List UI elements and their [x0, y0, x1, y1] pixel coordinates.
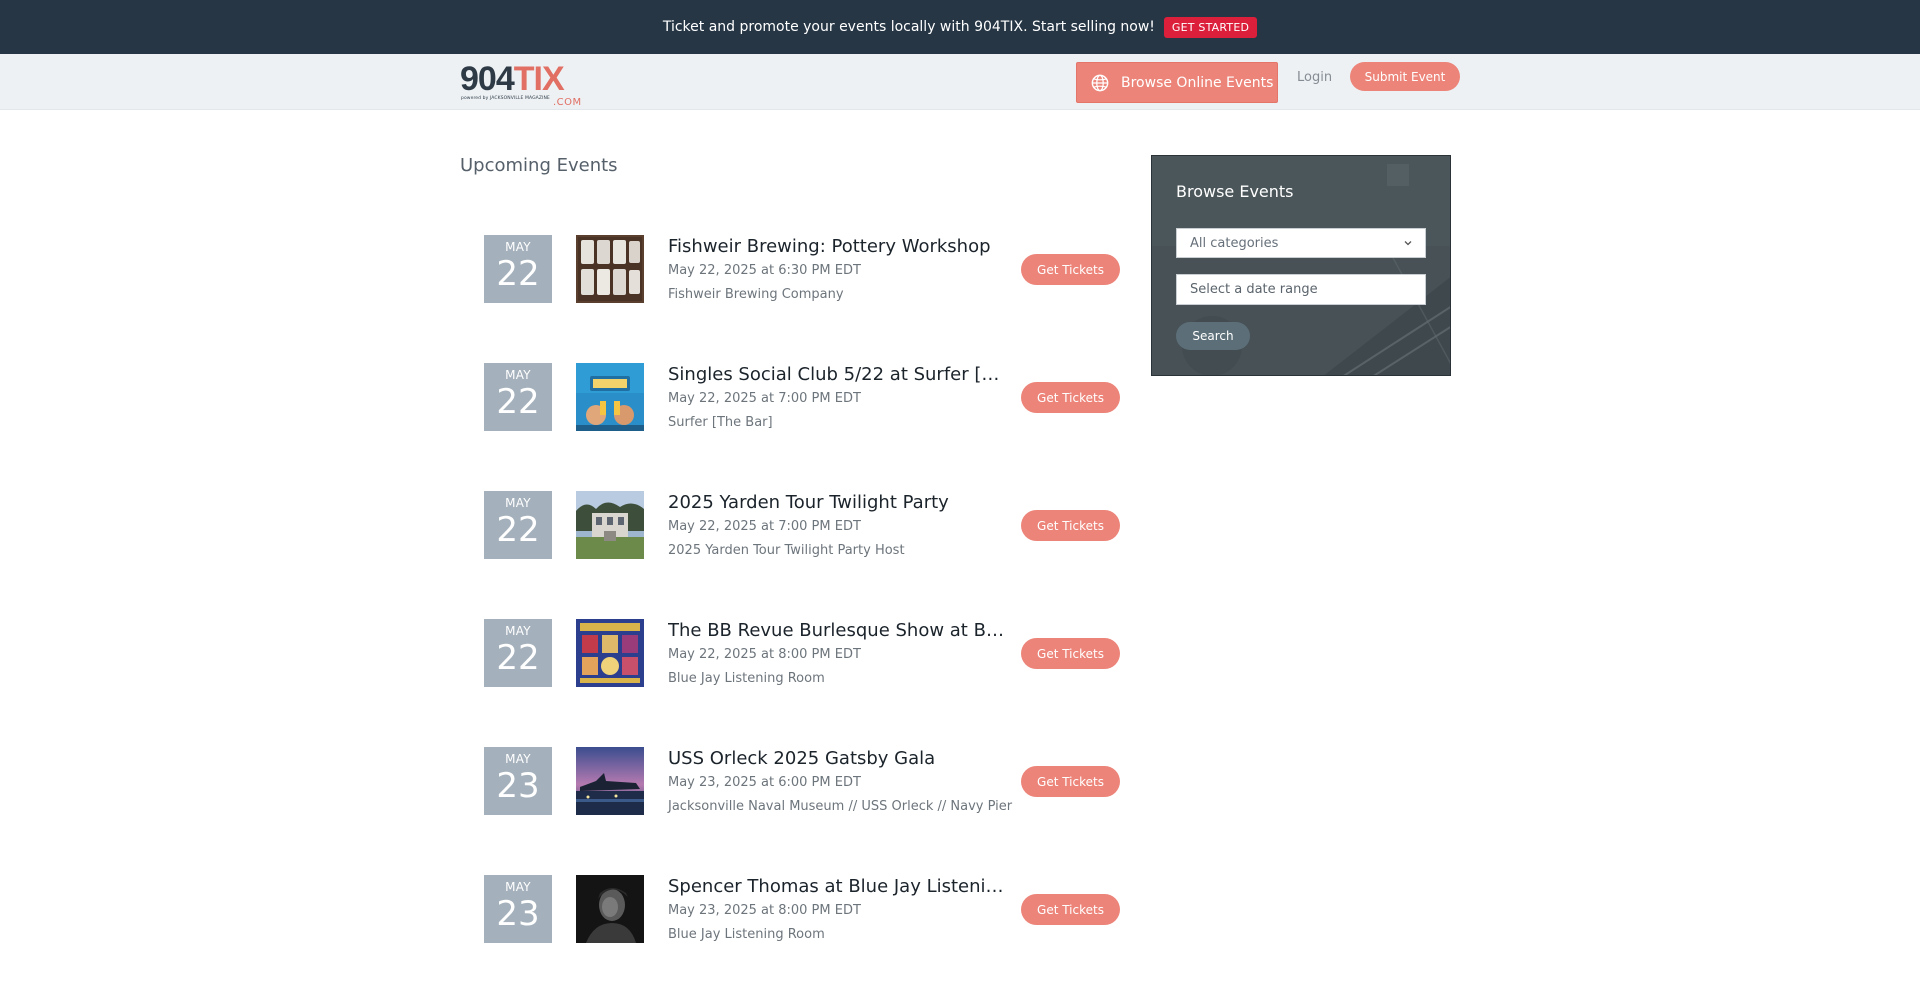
page-title: Upcoming Events: [460, 155, 618, 176]
promo-bar: Ticket and promote your events locally w…: [0, 0, 1920, 54]
get-tickets-button[interactable]: Get Tickets: [1021, 382, 1120, 413]
event-day: 22: [496, 510, 540, 550]
event-title-link[interactable]: Fishweir Brewing: Pottery Workshop: [668, 235, 1008, 259]
search-button[interactable]: Search: [1176, 322, 1250, 350]
logo-com: .COM: [553, 97, 582, 108]
chevron-down-icon: [1404, 241, 1412, 246]
event-date-badge: MAY 23: [484, 875, 552, 943]
event-day: 22: [496, 254, 540, 294]
event-title-link[interactable]: USS Orleck 2025 Gatsby Gala: [668, 747, 1008, 771]
event-venue: Jacksonville Naval Museum // USS Orleck …: [668, 799, 1013, 814]
event-day: 23: [496, 766, 540, 806]
date-range-input[interactable]: [1176, 274, 1426, 305]
globe-icon: [1091, 74, 1109, 91]
logo-wordmark: 904TIX: [460, 60, 565, 98]
site-logo[interactable]: 904TIX powered by JACKSONVILLE MAGAZINE …: [460, 60, 584, 108]
event-title-link[interactable]: The BB Revue Burlesque Show at Blue Jay …: [668, 619, 1008, 643]
event-venue: Blue Jay Listening Room: [668, 671, 825, 686]
event-item: MAY 22 Fishweir Brewing: Pottery Worksho…: [484, 235, 1120, 303]
event-day: 22: [496, 638, 540, 678]
browse-online-events-button[interactable]: Browse Online Events: [1076, 62, 1278, 103]
event-thumbnail[interactable]: [576, 619, 644, 687]
event-thumbnail[interactable]: [576, 235, 644, 303]
submit-event-button[interactable]: Submit Event: [1350, 62, 1460, 91]
browse-events-panel: Browse Events All categories Search: [1151, 155, 1451, 376]
event-thumbnail[interactable]: [576, 747, 644, 815]
event-thumbnail[interactable]: [576, 875, 644, 943]
event-month: MAY: [505, 240, 531, 254]
category-select[interactable]: All categories: [1176, 228, 1426, 258]
event-title-link[interactable]: Singles Social Club 5/22 at Surfer [The …: [668, 363, 1008, 387]
event-venue: Surfer [The Bar]: [668, 415, 773, 430]
event-item: MAY 22 2025 Yarden Tour Twilight Party M…: [484, 491, 1120, 559]
event-month: MAY: [505, 752, 531, 766]
event-date-badge: MAY 22: [484, 363, 552, 431]
get-started-button[interactable]: GET STARTED: [1163, 16, 1258, 38]
event-datetime: May 22, 2025 at 6:30 PM EDT: [668, 263, 861, 278]
browse-online-events-label: Browse Online Events: [1121, 74, 1274, 91]
event-month: MAY: [505, 624, 531, 638]
event-day: 23: [496, 894, 540, 934]
event-item: MAY 23 Spencer Thomas at Blue Jay Listen…: [484, 875, 1120, 943]
event-thumbnail[interactable]: [576, 363, 644, 431]
event-item: MAY 22 Singles Social Club 5/22 at Surfe…: [484, 363, 1120, 431]
event-thumbnail[interactable]: [576, 491, 644, 559]
category-selected-value: All categories: [1190, 235, 1279, 251]
event-item: MAY 22 The BB Revue Burlesque Show at Bl…: [484, 619, 1120, 687]
event-day: 22: [496, 382, 540, 422]
event-item: MAY 23 USS Orleck 2025 Gatsby Gala May 2…: [484, 747, 1120, 815]
event-date-badge: MAY 23: [484, 747, 552, 815]
event-datetime: May 22, 2025 at 7:00 PM EDT: [668, 391, 861, 406]
get-tickets-button[interactable]: Get Tickets: [1021, 894, 1120, 925]
get-tickets-button[interactable]: Get Tickets: [1021, 766, 1120, 797]
event-venue: 2025 Yarden Tour Twilight Party Host: [668, 543, 905, 558]
site-header: 904TIX powered by JACKSONVILLE MAGAZINE …: [0, 54, 1920, 110]
event-date-badge: MAY 22: [484, 491, 552, 559]
event-datetime: May 22, 2025 at 7:00 PM EDT: [668, 519, 861, 534]
event-month: MAY: [505, 496, 531, 510]
event-title-link[interactable]: 2025 Yarden Tour Twilight Party: [668, 491, 1008, 515]
event-month: MAY: [505, 368, 531, 382]
event-datetime: May 23, 2025 at 8:00 PM EDT: [668, 903, 861, 918]
event-month: MAY: [505, 880, 531, 894]
event-datetime: May 23, 2025 at 6:00 PM EDT: [668, 775, 861, 790]
logo-tagline: powered by JACKSONVILLE MAGAZINE: [461, 96, 550, 101]
event-title-link[interactable]: Spencer Thomas at Blue Jay Listening Roo…: [668, 875, 1008, 899]
login-link[interactable]: Login: [1297, 68, 1332, 88]
event-datetime: May 22, 2025 at 8:00 PM EDT: [668, 647, 861, 662]
get-tickets-button[interactable]: Get Tickets: [1021, 254, 1120, 285]
event-date-badge: MAY 22: [484, 619, 552, 687]
promo-text: Ticket and promote your events locally w…: [662, 19, 1155, 35]
get-tickets-button[interactable]: Get Tickets: [1021, 638, 1120, 669]
event-venue: Blue Jay Listening Room: [668, 927, 825, 942]
event-venue: Fishweir Brewing Company: [668, 287, 844, 302]
browse-events-title: Browse Events: [1176, 182, 1294, 201]
event-date-badge: MAY 22: [484, 235, 552, 303]
get-tickets-button[interactable]: Get Tickets: [1021, 510, 1120, 541]
